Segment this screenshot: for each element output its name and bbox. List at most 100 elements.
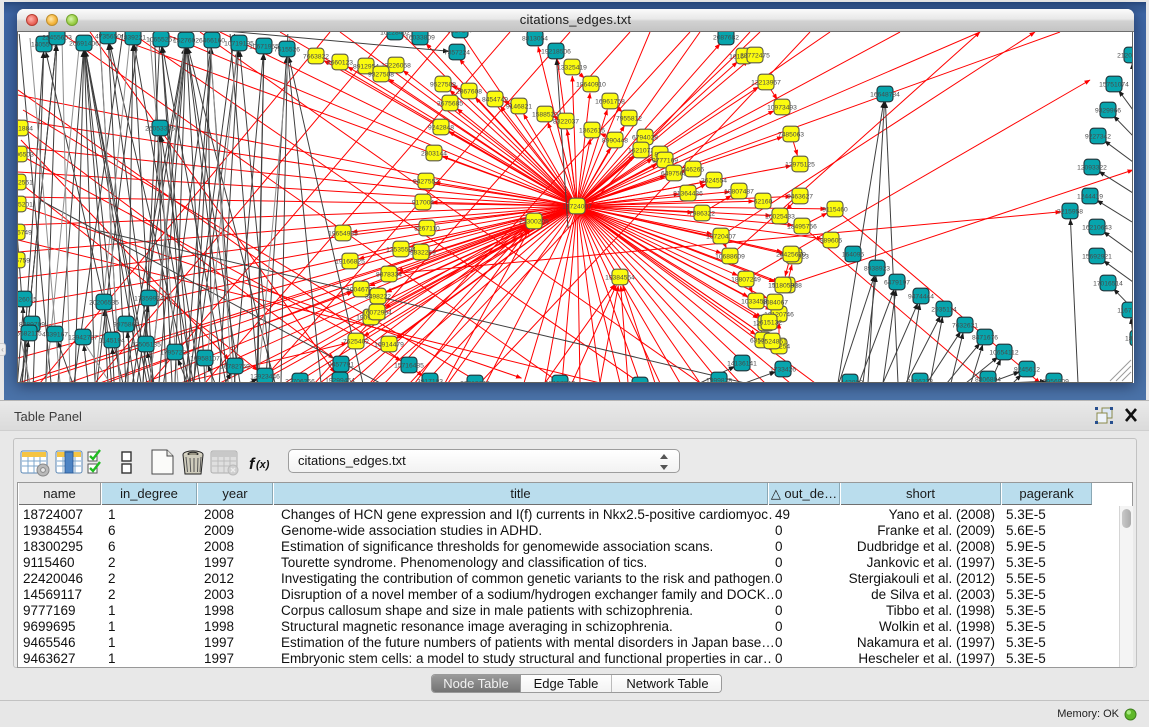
svg-text:12942757: 12942757 (68, 335, 98, 342)
svg-text:15180586: 15180586 (768, 283, 798, 290)
svg-text:1839221: 1839221 (120, 35, 146, 42)
svg-text:1733426: 1733426 (770, 367, 796, 374)
svg-text:1890399: 1890399 (1125, 336, 1133, 343)
svg-text:18495756: 18495756 (787, 224, 817, 231)
svg-text:12923446: 12923446 (250, 374, 280, 381)
svg-text:19654988: 19654988 (328, 231, 358, 238)
svg-text:19384554: 19384554 (605, 275, 635, 282)
svg-text:15692921: 15692921 (1082, 254, 1112, 261)
svg-text:9227342: 9227342 (1085, 134, 1111, 141)
svg-text:22455603: 22455603 (42, 35, 72, 42)
svg-text:9327508: 9327508 (368, 72, 394, 79)
svg-text:15720407: 15720407 (706, 234, 736, 241)
svg-text:20772475: 20772475 (740, 53, 770, 60)
svg-text:8454749: 8454749 (482, 97, 508, 104)
svg-text:164095: 164095 (842, 252, 865, 259)
svg-text:10688609: 10688609 (715, 254, 745, 261)
svg-text:21364436: 21364436 (673, 191, 703, 198)
svg-text:3215958: 3215958 (1057, 209, 1083, 216)
svg-text:7515526: 7515526 (274, 47, 300, 54)
svg-text:19299464: 19299464 (325, 378, 355, 384)
svg-text:16210643: 16210643 (1082, 225, 1112, 232)
svg-text:21200396: 21200396 (1117, 53, 1133, 60)
svg-text:4439167: 4439167 (42, 332, 68, 339)
svg-text:917004: 917004 (412, 200, 435, 207)
svg-text:24532561: 24532561 (18, 180, 33, 187)
svg-text:20206535: 20206535 (89, 300, 119, 307)
svg-text:3675685: 3675685 (437, 101, 463, 108)
svg-text:12975125: 12975125 (785, 162, 815, 169)
svg-text:16782759: 16782759 (220, 364, 250, 371)
svg-text:9777169: 9777169 (652, 158, 678, 165)
svg-text:18807249: 18807249 (731, 277, 761, 284)
svg-text:7485063: 7485063 (778, 132, 804, 139)
svg-text:8990448: 8990448 (602, 138, 628, 145)
svg-text:4735650: 4735650 (95, 34, 121, 41)
svg-text:7857224: 7857224 (444, 50, 470, 57)
svg-text:2867608: 2867608 (456, 89, 482, 96)
svg-text:9463627: 9463627 (787, 194, 813, 201)
svg-text:20691406: 20691406 (69, 41, 99, 48)
svg-text:14136141: 14136141 (727, 361, 757, 368)
svg-text:1167534: 1167534 (1117, 308, 1133, 315)
svg-text:8322037: 8322037 (553, 119, 579, 126)
svg-text:1621072: 1621072 (628, 148, 654, 155)
svg-text:9084067: 9084067 (762, 300, 788, 307)
svg-text:17957223: 17957223 (160, 350, 190, 357)
svg-text:9115460: 9115460 (822, 207, 848, 214)
svg-text:10654112: 10654112 (989, 350, 1019, 357)
svg-text:3267110: 3267110 (414, 226, 440, 233)
svg-text:8806804: 8806804 (975, 377, 1001, 384)
svg-text:23706266: 23706266 (285, 379, 315, 384)
svg-text:10025433: 10025433 (765, 214, 795, 221)
svg-text:746266: 746266 (682, 167, 705, 174)
svg-text:2626015: 2626015 (18, 297, 37, 304)
svg-text:16033809: 16033809 (405, 35, 435, 42)
svg-text:1588520: 1588520 (532, 112, 558, 119)
svg-text:10655267: 10655267 (146, 37, 176, 44)
svg-text:1615132: 1615132 (756, 320, 782, 327)
svg-text:3498222: 3498222 (365, 294, 391, 301)
svg-text:12213967: 12213967 (751, 80, 781, 87)
svg-text:13325419: 13325419 (557, 65, 587, 72)
svg-text:16072954: 16072954 (362, 310, 392, 317)
svg-text:16914479: 16914479 (374, 342, 404, 349)
svg-text:12093322: 12093322 (1077, 165, 1107, 172)
svg-text:9427552: 9427552 (413, 179, 439, 186)
svg-text:15716485: 15716485 (394, 363, 424, 370)
svg-text:17956909: 17956909 (1039, 379, 1069, 384)
svg-text:9242848: 9242848 (428, 125, 454, 132)
svg-text:17359924: 17359924 (134, 296, 164, 303)
svg-text:2087682: 2087682 (713, 35, 739, 42)
svg-text:3917183: 3917183 (417, 379, 443, 384)
svg-text:8878334: 8878334 (376, 272, 402, 279)
svg-text:6479197: 6479197 (884, 280, 910, 287)
svg-text:1999828: 1999828 (706, 378, 732, 384)
svg-text:15157347: 15157347 (545, 381, 575, 384)
svg-text:16648784: 16648784 (870, 92, 900, 99)
svg-text:19285201: 19285201 (18, 202, 33, 209)
svg-text:18640910: 18640910 (576, 82, 606, 89)
svg-text:2935114: 2935114 (931, 307, 957, 314)
svg-text:f: f (249, 456, 256, 473)
svg-text:19524851: 19524851 (757, 339, 787, 346)
svg-text:7955812: 7955812 (616, 116, 642, 123)
svg-text:9527508: 9527508 (430, 82, 456, 89)
svg-text:17016514: 17016514 (1093, 281, 1123, 288)
svg-text:2066449: 2066449 (627, 383, 653, 384)
svg-text:19218506: 19218506 (541, 49, 571, 56)
svg-text:7625402: 7625402 (343, 339, 369, 346)
svg-text:9217207: 9217207 (447, 32, 473, 35)
svg-text:16961758: 16961758 (595, 99, 625, 106)
svg-text:8660123: 8660123 (327, 60, 353, 67)
svg-text:10807487: 10807487 (724, 189, 754, 196)
svg-text:8471676: 8471676 (972, 335, 998, 342)
svg-text:8813054: 8813054 (522, 36, 548, 43)
svg-text:62160: 62160 (754, 199, 773, 206)
svg-text:5682115: 5682115 (18, 331, 42, 338)
svg-text:3624554: 3624554 (701, 178, 727, 185)
svg-text:1362615: 1362615 (579, 128, 605, 135)
svg-text:7663822: 7663822 (303, 54, 329, 61)
svg-text:7671884: 7671884 (18, 126, 33, 133)
svg-text:22806503: 22806503 (18, 152, 34, 159)
